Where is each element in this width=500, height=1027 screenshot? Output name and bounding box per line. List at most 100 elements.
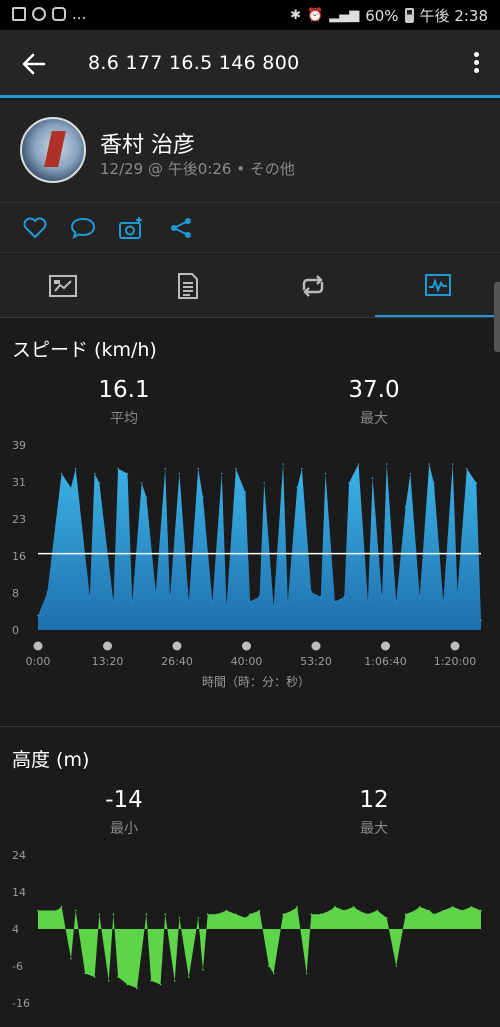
data-point [343, 909, 346, 912]
data-point [324, 472, 327, 475]
data-point [244, 491, 247, 494]
data-point [84, 972, 86, 975]
y-tick-label: 4 [12, 923, 19, 936]
data-point [60, 906, 63, 908]
avatar[interactable] [20, 117, 86, 183]
activity-title: 8.6 177 16.5 146 800 [88, 52, 300, 74]
data-point [188, 600, 190, 603]
map-icon [48, 275, 77, 297]
share-icon[interactable] [168, 216, 194, 240]
speed-avg-label: 平均 [110, 411, 138, 427]
data-point [155, 591, 157, 593]
x-tick-marker[interactable] [381, 641, 390, 651]
data-point [249, 600, 251, 603]
elevation-min-label: 最小 [110, 821, 138, 837]
data-point [381, 596, 383, 598]
data-point [442, 909, 445, 912]
x-tick-label: 0:00 [26, 655, 51, 668]
x-tick-marker[interactable] [242, 641, 251, 651]
scrollbar[interactable] [494, 282, 500, 352]
elevation-max-label: 最大 [360, 821, 388, 837]
tab-map[interactable] [0, 254, 125, 318]
tab-charts[interactable] [375, 254, 500, 318]
data-point [272, 605, 275, 608]
data-point [456, 591, 459, 593]
x-tick-marker[interactable] [450, 641, 460, 651]
data-point [320, 596, 322, 598]
x-tick-label: 1:06:40 [364, 655, 406, 668]
data-point [480, 619, 482, 622]
data-point [282, 913, 284, 915]
x-tick-marker[interactable] [33, 641, 43, 651]
data-point [334, 906, 336, 908]
data-point [282, 463, 284, 465]
x-tick-label: 53:20 [300, 655, 332, 668]
data-point [37, 909, 39, 912]
data-point [291, 909, 294, 912]
data-point [202, 496, 204, 498]
tab-stats[interactable] [125, 254, 250, 318]
data-point [367, 600, 369, 603]
data-point [145, 496, 148, 498]
data-point [60, 472, 63, 475]
data-point [150, 980, 152, 982]
x-tick-marker[interactable] [103, 641, 112, 651]
data-point [367, 913, 369, 915]
back-arrow-icon[interactable] [20, 50, 48, 78]
data-point [136, 987, 138, 989]
bluetooth-icon: ✱ [290, 8, 302, 23]
data-point [357, 463, 360, 465]
data-point [140, 482, 143, 484]
data-point [385, 917, 388, 919]
x-tick-marker[interactable] [172, 641, 182, 651]
add-photo-icon[interactable] [118, 216, 144, 240]
data-point [353, 906, 355, 908]
data-point [112, 600, 115, 603]
x-tick-label: 1:20:00 [434, 655, 476, 668]
data-point [98, 482, 101, 484]
speed-title: スピード (km/h) [12, 339, 157, 361]
data-point [173, 980, 176, 982]
y-tick-label: 31 [12, 476, 26, 489]
y-tick-label: -16 [12, 997, 30, 1010]
data-point [428, 909, 431, 912]
data-point [126, 983, 129, 986]
data-point [221, 472, 223, 475]
data-point [249, 913, 251, 915]
user-name[interactable]: 香村 治彦 [100, 127, 195, 159]
signal-icon: ▂▄▆ [329, 8, 360, 23]
data-point [89, 596, 91, 598]
data-point [404, 913, 407, 915]
elevation-chart[interactable]: -16 -6 4 14 24 [0, 840, 500, 1027]
comment-icon[interactable] [70, 216, 96, 240]
laps-icon [302, 275, 323, 297]
data-point [296, 486, 299, 489]
more-options-icon[interactable] [472, 52, 480, 76]
data-point [98, 913, 101, 915]
data-point [107, 980, 110, 982]
x-tick-marker[interactable] [311, 641, 321, 651]
status-ellipsis: ... [72, 5, 87, 23]
data-point [164, 467, 166, 470]
data-point [433, 913, 435, 915]
x-tick-label: 40:00 [231, 655, 263, 668]
data-point [131, 600, 134, 603]
elevation-min-value: -14 [105, 787, 143, 813]
speed-chart[interactable]: 0 8 16 23 31 39 0:00 13:20 26:40 40:00 53:20 1:06:4… [0, 430, 500, 700]
data-point [211, 600, 214, 603]
x-axis-label: 時間（時：分：秒） [202, 675, 310, 689]
data-point [475, 482, 478, 484]
data-point [409, 472, 412, 475]
data-point [202, 968, 204, 971]
data-point [197, 467, 199, 470]
speed-avg-value: 16.1 [98, 377, 150, 403]
tab-laps[interactable] [250, 254, 375, 318]
chart-icon [424, 273, 451, 296]
y-tick-label: -6 [12, 960, 23, 973]
alarm-icon: ⏰ [307, 8, 324, 23]
heart-icon[interactable] [22, 216, 48, 240]
gallery-icon [12, 7, 26, 21]
data-area [38, 906, 481, 989]
data-point [442, 600, 445, 603]
data-point [418, 906, 421, 908]
